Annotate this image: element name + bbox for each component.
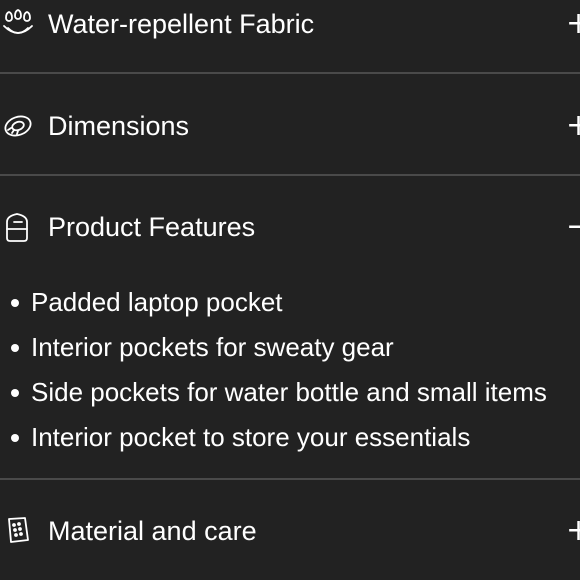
features-list: Padded laptop pocket Interior pockets fo…	[10, 280, 547, 460]
list-item: Interior pocket to store your essentials	[10, 415, 547, 460]
accordion-label: Dimensions	[48, 111, 190, 141]
bag-icon	[2, 212, 34, 244]
tape-measure-icon	[2, 110, 34, 142]
list-item: Padded laptop pocket	[10, 280, 547, 325]
accordion-header-material-care[interactable]: Material and care +	[0, 480, 580, 580]
accordion-label: Water-repellent Fabric	[48, 9, 315, 39]
list-item: Side pockets for water bottle and small …	[10, 370, 547, 415]
list-item: Interior pockets for sweaty gear	[10, 325, 547, 370]
accordion-header-dimensions[interactable]: Dimensions +	[0, 74, 580, 174]
collapse-icon[interactable]: −	[566, 212, 580, 242]
expand-icon[interactable]: +	[566, 9, 580, 39]
accordion-label: Product Features	[48, 212, 256, 242]
accordion-header-product-features[interactable]: Product Features −	[0, 176, 580, 256]
fabric-tag-icon	[2, 514, 34, 546]
expand-icon[interactable]: +	[566, 111, 580, 141]
accordion-label: Material and care	[48, 516, 257, 546]
expand-icon[interactable]: +	[566, 516, 580, 546]
water-drops-icon	[2, 8, 34, 40]
accordion-header-water-repellent[interactable]: Water-repellent Fabric +	[0, 0, 580, 72]
